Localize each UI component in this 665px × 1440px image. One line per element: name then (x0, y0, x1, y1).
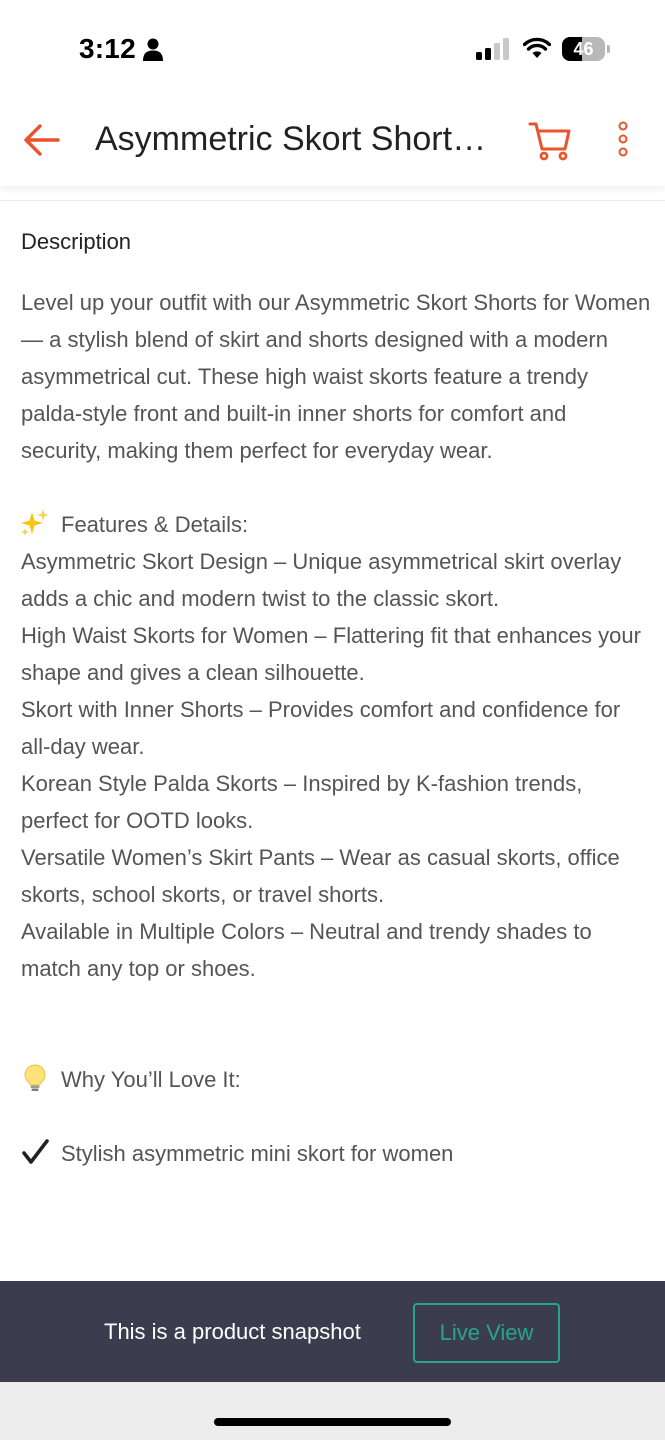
description-heading: Description (21, 229, 132, 254)
status-bar: 3:12 46 (0, 0, 665, 100)
snapshot-banner: This is a product snapshot Live View (0, 1281, 665, 1382)
why-heading-line: Why You’ll Love It: (21, 1061, 651, 1098)
checkmark-icon (22, 1139, 49, 1164)
cart-icon[interactable] (528, 120, 572, 162)
signal-icon (476, 38, 509, 60)
status-time: 3:12 (79, 33, 136, 64)
features-heading: Features & Details: (61, 512, 249, 537)
feature-item: Korean Style Palda Skorts – Inspired by … (21, 771, 583, 833)
home-indicator-area (0, 1382, 665, 1440)
feature-item: Skort with Inner Shorts – Provides comfo… (21, 697, 621, 759)
description-section: Description Level up your outfit with ou… (21, 228, 651, 1172)
description-body: Level up your outfit with our Asymmetric… (21, 284, 651, 1172)
feature-item: High Waist Skorts for Women – Flattering… (21, 623, 641, 685)
battery-percent: 46 (573, 39, 594, 59)
feature-item: Available in Multiple Colors – Neutral a… (21, 919, 592, 981)
sparkles-icon (21, 509, 49, 536)
features-heading-line: Features & Details: (21, 506, 651, 543)
nav-bar: Asymmetric Skort Shorts for Women (0, 100, 665, 186)
battery-icon: 46 (562, 37, 610, 61)
why-heading: Why You’ll Love It: (61, 1067, 241, 1092)
feature-item: Versatile Women’s Skirt Pants – Wear as … (21, 845, 620, 907)
why-item: Stylish asymmetric mini skort for women (21, 1135, 651, 1172)
page-title: Asymmetric Skort Shorts for Women (95, 120, 487, 158)
lightbulb-icon (24, 1064, 46, 1091)
live-view-button[interactable]: Live View (413, 1303, 560, 1363)
back-arrow-icon[interactable] (22, 120, 62, 160)
home-indicator[interactable] (214, 1418, 451, 1426)
description-intro: Level up your outfit with our Asymmetric… (21, 290, 651, 463)
divider (0, 200, 665, 201)
person-icon (143, 38, 163, 61)
feature-item: Asymmetric Skort Design – Unique asymmet… (21, 549, 622, 611)
snapshot-banner-text: This is a product snapshot (104, 1319, 361, 1344)
more-vertical-icon[interactable] (612, 120, 634, 160)
why-item-text: Stylish asymmetric mini skort for women (61, 1141, 454, 1166)
wifi-icon (523, 37, 551, 58)
